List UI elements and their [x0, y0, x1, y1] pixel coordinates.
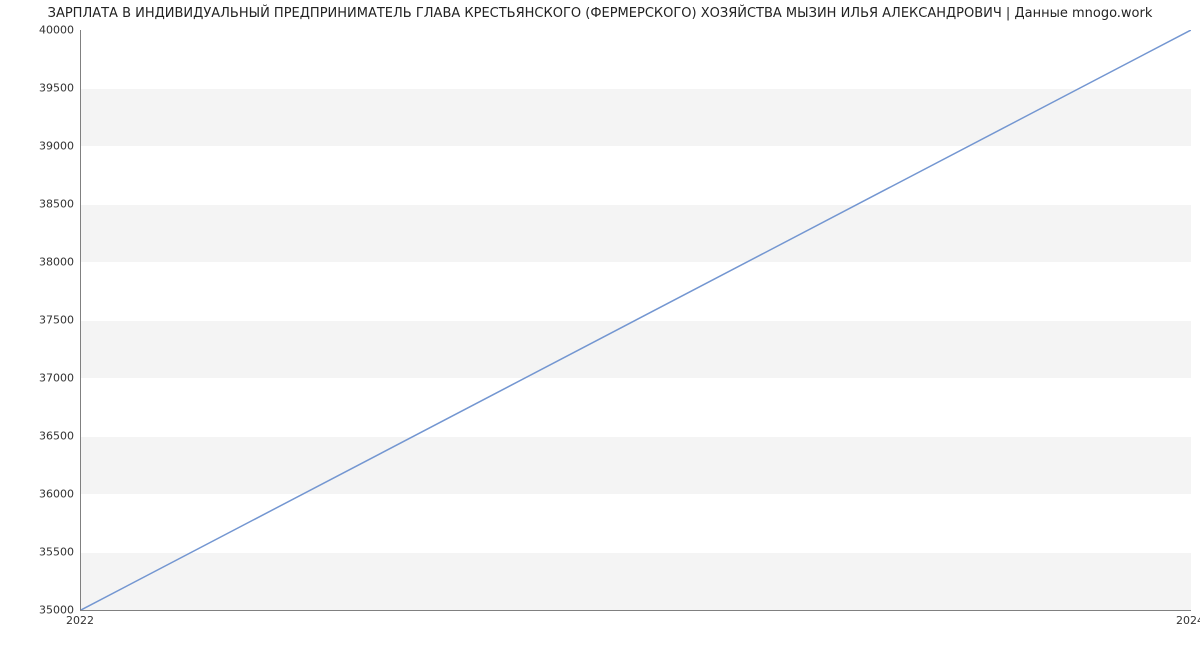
plot-area — [80, 30, 1191, 611]
y-tick-label: 39000 — [6, 140, 74, 153]
x-tick-label: 2024 — [1176, 614, 1200, 627]
chart-title: ЗАРПЛАТА В ИНДИВИДУАЛЬНЫЙ ПРЕДПРИНИМАТЕЛ… — [0, 6, 1200, 21]
x-tick-label: 2022 — [66, 614, 94, 627]
line-chart: ЗАРПЛАТА В ИНДИВИДУАЛЬНЫЙ ПРЕДПРИНИМАТЕЛ… — [0, 0, 1200, 650]
y-tick-label: 38000 — [6, 256, 74, 269]
y-tick-label: 37500 — [6, 314, 74, 327]
y-tick-label: 37000 — [6, 372, 74, 385]
y-tick-label: 40000 — [6, 24, 74, 37]
y-tick-label: 36500 — [6, 430, 74, 443]
y-tick-label: 38500 — [6, 198, 74, 211]
data-line-svg — [81, 30, 1191, 610]
y-tick-label: 36000 — [6, 488, 74, 501]
gridline — [81, 610, 1191, 611]
series-salary — [81, 30, 1191, 610]
y-tick-label: 35000 — [6, 604, 74, 617]
y-tick-label: 35500 — [6, 546, 74, 559]
y-tick-label: 39500 — [6, 82, 74, 95]
